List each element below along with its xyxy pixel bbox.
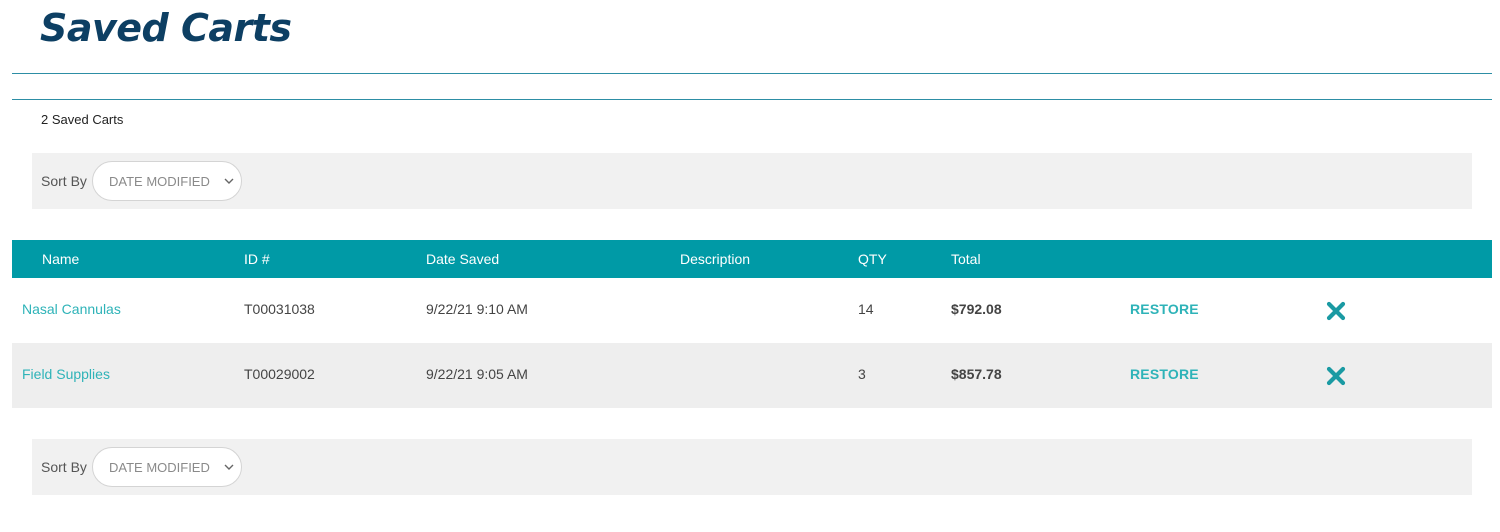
cart-date-saved: 9/22/21 9:10 AM [426, 301, 528, 317]
sort-by-label: Sort By [41, 173, 87, 189]
page-title: Saved Carts [40, 6, 292, 50]
sort-bar-bottom: Sort By DATE MODIFIED [32, 439, 1472, 495]
cart-date-saved: 9/22/21 9:05 AM [426, 366, 528, 382]
table-header: Name ID # Date Saved Description QTY Tot… [12, 240, 1492, 278]
chevron-down-icon [224, 178, 234, 184]
cart-qty: 14 [858, 301, 874, 317]
table-row: Nasal Cannulas T00031038 9/22/21 9:10 AM… [12, 278, 1492, 343]
sort-bar-top: Sort By DATE MODIFIED [32, 153, 1472, 209]
sort-select-value: DATE MODIFIED [109, 460, 210, 475]
saved-carts-table: Name ID # Date Saved Description QTY Tot… [12, 240, 1492, 408]
sort-select[interactable]: DATE MODIFIED [92, 161, 242, 201]
sort-by-label: Sort By [41, 459, 87, 475]
restore-button[interactable]: RESTORE [1130, 366, 1199, 382]
saved-carts-count: 2 Saved Carts [41, 112, 124, 127]
column-header-name: Name [42, 251, 80, 267]
sort-select-value: DATE MODIFIED [109, 174, 210, 189]
cart-total: $792.08 [951, 301, 1002, 317]
column-header-id: ID # [244, 251, 270, 267]
close-x-icon[interactable] [1326, 366, 1346, 386]
column-header-date-saved: Date Saved [426, 251, 500, 267]
column-header-description: Description [680, 251, 751, 267]
cart-id: T00029002 [244, 366, 315, 382]
cart-total: $857.78 [951, 366, 1002, 382]
column-header-qty: QTY [858, 251, 887, 267]
cart-name-link[interactable]: Nasal Cannulas [22, 301, 121, 317]
cart-qty: 3 [858, 366, 866, 382]
cart-id: T00031038 [244, 301, 315, 317]
restore-button[interactable]: RESTORE [1130, 301, 1199, 317]
title-divider-top [12, 73, 1492, 74]
chevron-down-icon [224, 464, 234, 470]
title-divider-bottom [12, 99, 1492, 100]
close-x-icon[interactable] [1326, 301, 1346, 321]
column-header-total: Total [951, 251, 981, 267]
cart-name-link[interactable]: Field Supplies [22, 366, 110, 382]
table-row: Field Supplies T00029002 9/22/21 9:05 AM… [12, 343, 1492, 408]
sort-select[interactable]: DATE MODIFIED [92, 447, 242, 487]
